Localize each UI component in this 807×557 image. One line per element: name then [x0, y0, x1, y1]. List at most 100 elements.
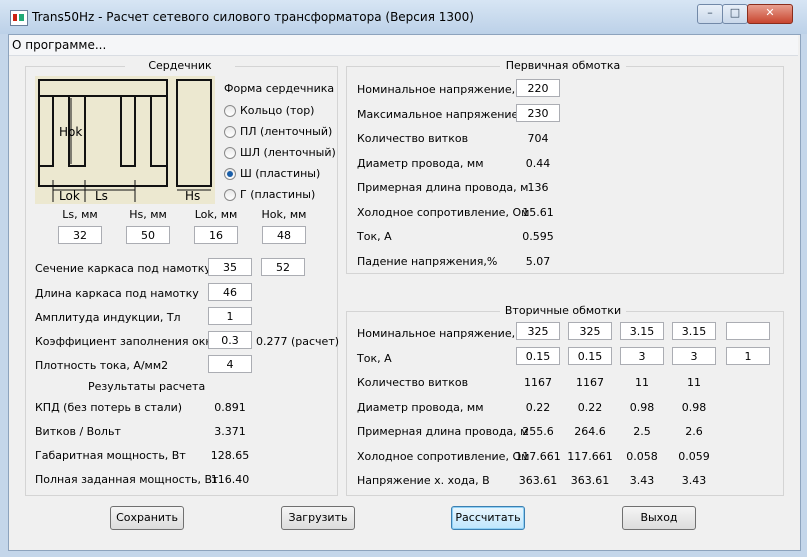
- secondary-value-5-0: 117.661: [515, 449, 561, 463]
- shape-radio-label-3[interactable]: Ш (пластины): [240, 167, 320, 180]
- secondary-value-3-3: 0.98: [681, 400, 707, 414]
- result-label-3: Полная заданная мощность, Вт: [35, 473, 219, 486]
- primary-value-7: 5.07: [525, 254, 551, 268]
- result-value-1: 3.371: [214, 425, 246, 438]
- primary-label-5: Холодное сопротивление, Ом: [357, 205, 530, 219]
- section-b-input[interactable]: 52: [261, 258, 305, 276]
- induction-input[interactable]: 1: [208, 307, 252, 325]
- secondary-input-1-3[interactable]: 3: [672, 346, 716, 365]
- primary-label-4: Примерная длина провода, м: [357, 181, 529, 194]
- secondary-label-2: Количество витков: [357, 376, 469, 389]
- secondary-input-0-0[interactable]: 325: [516, 322, 560, 340]
- lok-label: Lok: [59, 189, 80, 203]
- shape-radio-0[interactable]: [224, 105, 236, 117]
- secondary-input-0-4[interactable]: [726, 322, 770, 340]
- dim-input-2[interactable]: 16: [194, 226, 238, 244]
- dim-input-3[interactable]: 48: [262, 226, 306, 244]
- primary-label-1: Максимальное напряжение, В: [357, 107, 533, 121]
- primary-input-1[interactable]: 230: [516, 103, 560, 122]
- primary-input-0[interactable]: 220: [516, 79, 560, 97]
- secondary-input-0-2[interactable]: 3.15: [620, 322, 664, 340]
- hs-label: Hs: [185, 189, 200, 203]
- core-diagram: Hok Lok Ls Hs: [35, 76, 215, 204]
- secondary-input-1-2[interactable]: 3: [620, 346, 664, 365]
- hok-label: Hok: [59, 125, 82, 139]
- length-input[interactable]: 46: [208, 283, 252, 301]
- secondary-input-1-1[interactable]: 0.15: [568, 346, 612, 365]
- secondary-value-4-0: 255.6: [522, 425, 554, 438]
- secondary-input-0-3[interactable]: 3.15: [672, 322, 716, 340]
- density-label: Плотность тока, А/мм2: [35, 359, 169, 372]
- secondary-value-6-0: 363.61: [518, 474, 558, 487]
- dim-input-1[interactable]: 50: [126, 226, 170, 244]
- secondary-value-6-2: 3.43: [629, 474, 655, 487]
- shape-title: Форма сердечника: [224, 82, 335, 95]
- secondary-input-0-1[interactable]: 325: [568, 322, 612, 340]
- secondary-value-4-3: 2.6: [685, 425, 703, 438]
- secondary-label-1: Ток, А: [357, 351, 392, 365]
- secondary-value-3-1: 0.22: [577, 400, 603, 414]
- secondary-input-1-4[interactable]: 1: [726, 346, 770, 365]
- secondary-label-4: Примерная длина провода, м: [357, 425, 529, 438]
- secondary-value-3-2: 0.98: [629, 400, 655, 414]
- ls-label: Ls: [95, 189, 108, 203]
- shape-radio-1[interactable]: [224, 126, 236, 138]
- result-label-2: Габаритная мощность, Вт: [35, 449, 186, 462]
- window-title: Trans50Hz - Расчет сетевого силового тра…: [32, 10, 474, 24]
- density-input[interactable]: 4: [208, 355, 252, 373]
- primary-value-5: 15.61: [522, 205, 554, 219]
- primary-label-7: Падение напряжения,%: [357, 254, 498, 268]
- dim-label-1: Hs, мм: [129, 208, 167, 221]
- primary-value-3: 0.44: [525, 156, 551, 170]
- secondary-label-3: Диаметр провода, мм: [357, 400, 484, 414]
- dim-label-2: Lok, мм: [194, 208, 238, 221]
- secondary-group-title: Вторичные обмотки: [500, 304, 626, 317]
- secondary-value-3-0: 0.22: [525, 400, 551, 414]
- section-label: Сечение каркаса под намотку: [35, 262, 211, 275]
- core-group-title: Сердечник: [125, 59, 235, 72]
- secondary-value-2-3: 11: [687, 376, 701, 389]
- secondary-value-2-2: 11: [635, 376, 649, 389]
- shape-radio-label-1[interactable]: ПЛ (ленточный): [240, 125, 332, 138]
- shape-radio-label-2[interactable]: ШЛ (ленточный): [240, 146, 336, 159]
- secondary-label-0: Номинальное напряжение, В: [357, 327, 527, 340]
- dim-input-0[interactable]: 32: [58, 226, 102, 244]
- secondary-input-1-0[interactable]: 0.15: [516, 346, 560, 365]
- secondary-label-5: Холодное сопротивление, Ом: [357, 449, 530, 463]
- primary-label-0: Номинальное напряжение, В: [357, 83, 527, 96]
- primary-value-2: 704: [527, 132, 549, 145]
- shape-radio-4[interactable]: [224, 189, 236, 201]
- dim-label-0: Ls, мм: [62, 208, 98, 221]
- minimize-button[interactable]: –: [697, 4, 723, 24]
- results-title: Результаты расчета: [88, 380, 206, 393]
- result-label-0: КПД (без потерь в стали): [35, 401, 183, 414]
- maximize-button[interactable]: □: [722, 4, 748, 24]
- shape-radio-label-0[interactable]: Кольцо (тор): [240, 104, 314, 117]
- secondary-value-4-1: 264.6: [574, 425, 606, 438]
- fill-label: Коэффициент заполнения окна: [35, 335, 220, 348]
- primary-value-4: 136: [527, 181, 549, 194]
- calculate-button[interactable]: Рассчитать: [451, 506, 525, 530]
- fill-input[interactable]: 0.3: [208, 331, 252, 349]
- save-button[interactable]: Сохранить: [110, 506, 184, 530]
- dim-label-3: Hok, мм: [261, 208, 307, 221]
- close-button[interactable]: ✕: [747, 4, 793, 24]
- secondary-value-5-1: 117.661: [567, 449, 613, 463]
- shape-radio-2[interactable]: [224, 147, 236, 159]
- menu-about[interactable]: О программе...: [12, 38, 106, 52]
- section-a-input[interactable]: 35: [208, 258, 252, 276]
- secondary-value-2-0: 1167: [524, 376, 552, 389]
- result-value-2: 128.65: [210, 449, 250, 462]
- secondary-label-6: Напряжение х. хода, В: [357, 474, 490, 487]
- fill-calculated: 0.277 (расчет): [256, 335, 340, 348]
- secondary-value-4-2: 2.5: [633, 425, 651, 438]
- primary-group-title: Первичная обмотка: [500, 59, 626, 72]
- result-value-3: 116.40: [210, 473, 250, 486]
- result-value-0: 0.891: [214, 401, 246, 414]
- result-label-1: Витков / Вольт: [35, 425, 121, 438]
- exit-button[interactable]: Выход: [622, 506, 696, 530]
- primary-label-2: Количество витков: [357, 132, 469, 145]
- shape-radio-3[interactable]: [224, 168, 236, 180]
- load-button[interactable]: Загрузить: [281, 506, 355, 530]
- shape-radio-label-4[interactable]: Г (пластины): [240, 188, 315, 201]
